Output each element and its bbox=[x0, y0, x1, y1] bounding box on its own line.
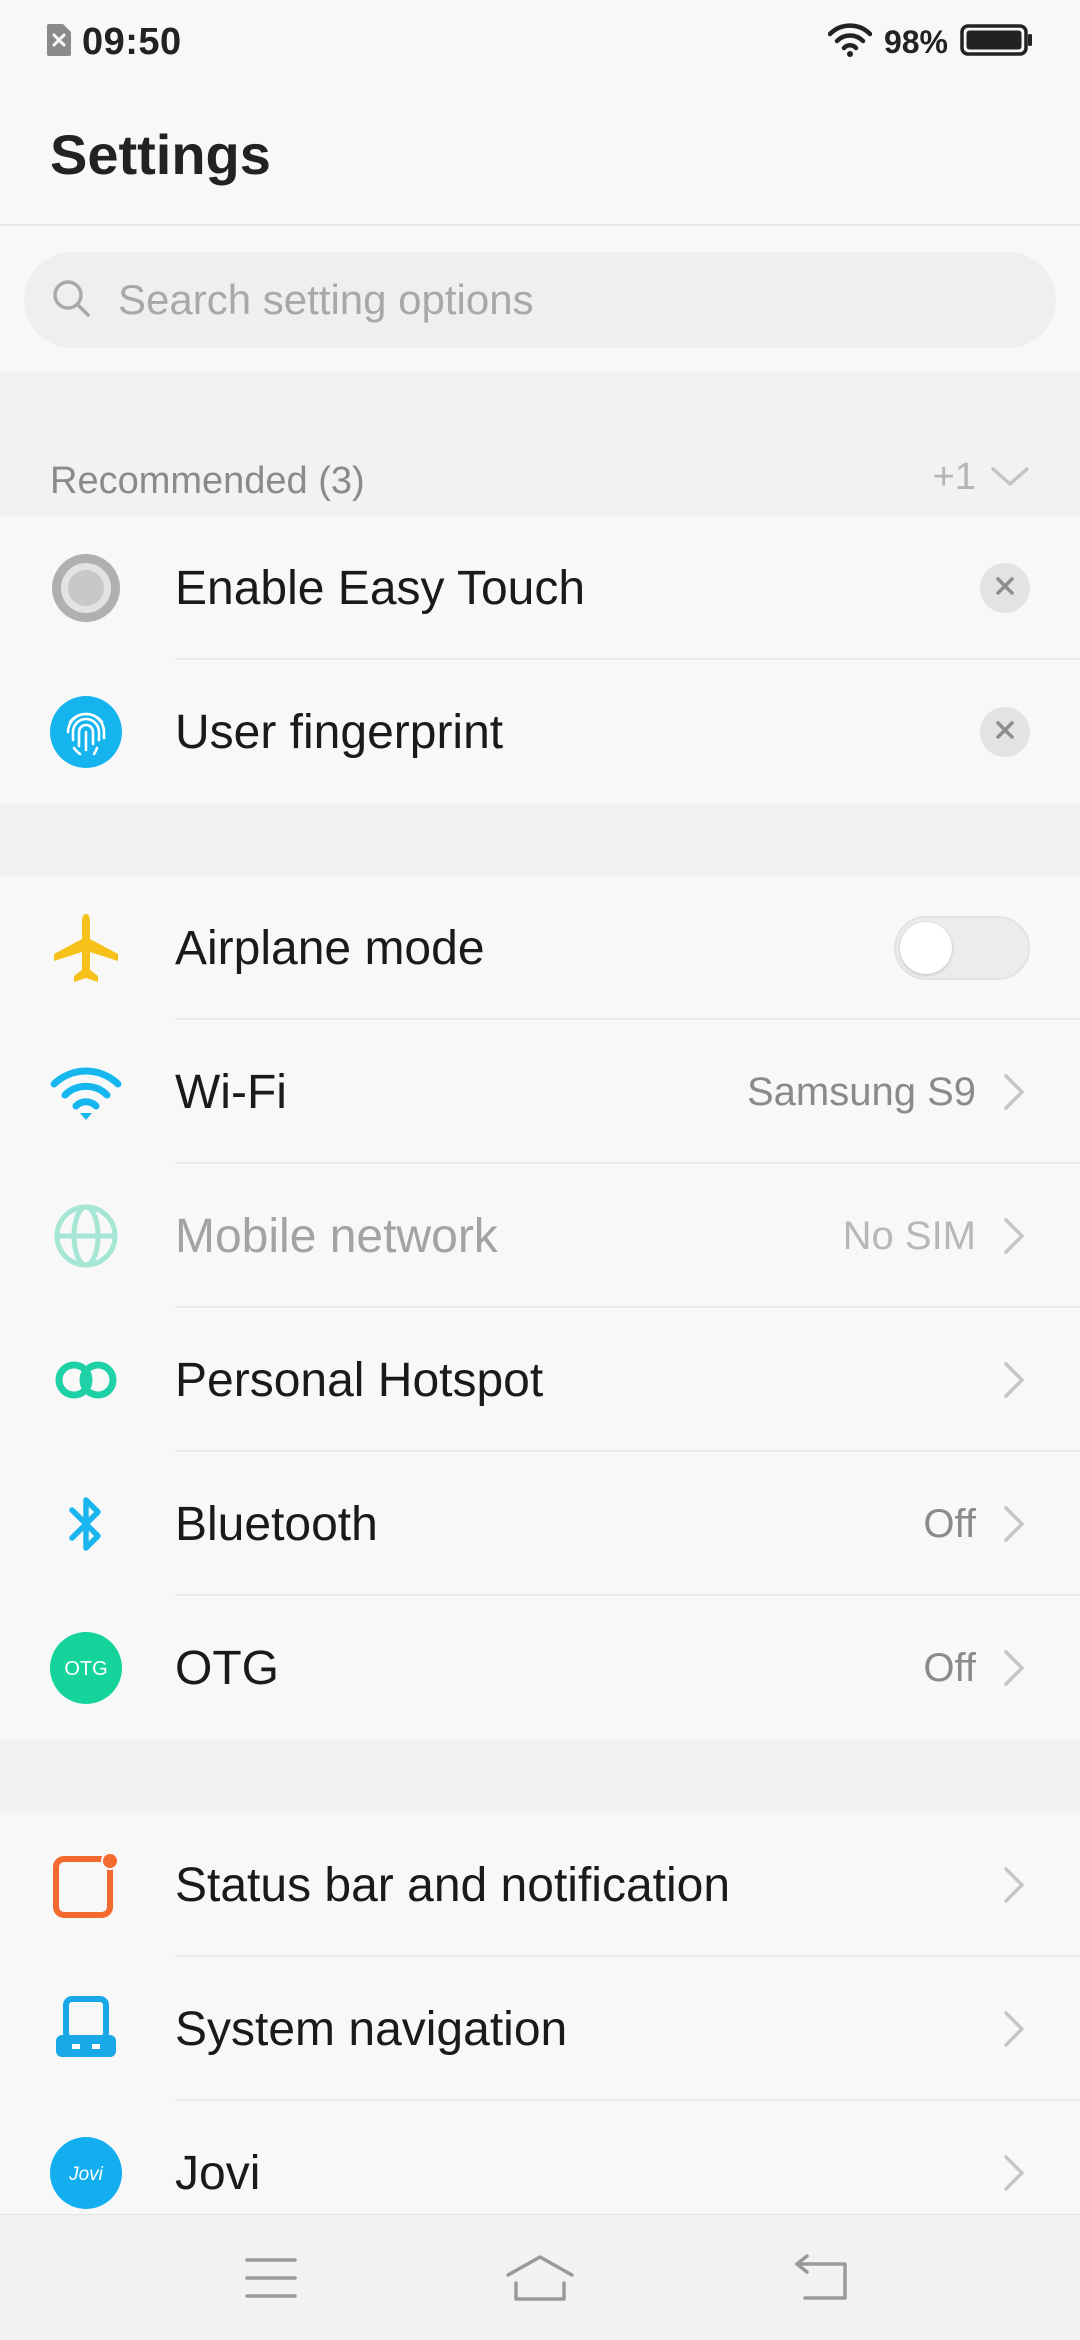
connectivity-group: Airplane mode Wi-Fi Samsung S9 Mobile ne… bbox=[0, 876, 1080, 1740]
recommended-title: Recommended (3) bbox=[50, 460, 365, 502]
hotspot-icon bbox=[50, 1344, 122, 1416]
recommended-item-easy-touch[interactable]: Enable Easy Touch bbox=[0, 516, 1080, 660]
recommended-header: Recommended (3) +1 bbox=[0, 372, 1080, 516]
easy-touch-icon bbox=[50, 552, 122, 624]
status-bar-notification-label: Status bar and notification bbox=[175, 1858, 731, 1912]
search-area bbox=[0, 226, 1080, 372]
search-icon bbox=[50, 277, 92, 324]
search-input[interactable] bbox=[116, 275, 1000, 325]
chevron-right-icon bbox=[1004, 1506, 1024, 1542]
globe-icon bbox=[50, 1200, 122, 1272]
wifi-icon bbox=[50, 1056, 122, 1128]
bluetooth-icon bbox=[50, 1488, 122, 1560]
wifi-row[interactable]: Wi-Fi Samsung S9 bbox=[0, 1020, 1080, 1164]
otg-label: OTG bbox=[175, 1641, 279, 1695]
status-bar-icon bbox=[50, 1849, 122, 1921]
battery-icon bbox=[960, 23, 1034, 62]
close-icon bbox=[993, 718, 1017, 747]
system-group: Status bar and notification System navig… bbox=[0, 1813, 1080, 2245]
battery-percent: 98% bbox=[883, 23, 948, 60]
wifi-value: Samsung S9 bbox=[746, 1069, 976, 1114]
otg-row[interactable]: OTG OTG Off bbox=[0, 1596, 1080, 1740]
bluetooth-row[interactable]: Bluetooth Off bbox=[0, 1452, 1080, 1596]
status-right: 98% bbox=[827, 22, 1034, 62]
jovi-icon-text: Jovi bbox=[68, 2164, 104, 2185]
chevron-right-icon bbox=[1004, 2011, 1024, 2047]
system-navigation-label: System navigation bbox=[175, 2002, 568, 2056]
dismiss-fingerprint-button[interactable] bbox=[980, 707, 1030, 757]
settings-screen: 09:50 98% Settings Search setting option… bbox=[0, 0, 1080, 2340]
chevron-right-icon bbox=[1004, 1867, 1024, 1903]
chevron-right-icon bbox=[1004, 1362, 1024, 1398]
status-time: 09:50 bbox=[82, 20, 182, 63]
chevron-right-icon bbox=[1004, 1218, 1024, 1254]
otg-icon-text: OTG bbox=[64, 1658, 107, 1680]
chevron-right-icon bbox=[1004, 2155, 1024, 2191]
home-button[interactable] bbox=[505, 2245, 575, 2315]
mobile-network-label: Mobile network bbox=[175, 1209, 498, 1263]
wifi-icon bbox=[827, 22, 873, 62]
chevron-right-icon bbox=[1004, 1074, 1024, 1110]
menu-button[interactable] bbox=[236, 2245, 306, 2315]
navigation-bar bbox=[0, 2214, 1080, 2340]
mobile-network-row[interactable]: Mobile network No SIM bbox=[0, 1164, 1080, 1308]
back-button[interactable] bbox=[788, 2245, 858, 2315]
recommended-expand-button[interactable]: +1 bbox=[933, 456, 1030, 499]
otg-icon: OTG bbox=[50, 1632, 122, 1704]
fingerprint-label: User fingerprint bbox=[175, 705, 504, 759]
personal-hotspot-row[interactable]: Personal Hotspot bbox=[0, 1308, 1080, 1452]
status-bar-notification-row[interactable]: Status bar and notification bbox=[0, 1813, 1080, 1957]
airplane-mode-label: Airplane mode bbox=[175, 921, 485, 975]
otg-value: Off bbox=[923, 1645, 976, 1690]
status-left: 09:50 bbox=[46, 21, 182, 64]
airplane-mode-row[interactable]: Airplane mode bbox=[0, 876, 1080, 1020]
status-bar: 09:50 98% bbox=[0, 0, 1080, 84]
jovi-icon: Jovi bbox=[50, 2137, 122, 2209]
airplane-icon bbox=[50, 912, 122, 984]
jovi-label: Jovi bbox=[175, 2146, 261, 2200]
recommended-item-fingerprint[interactable]: User fingerprint bbox=[0, 660, 1080, 804]
toggle-knob bbox=[900, 922, 952, 974]
no-sim-icon bbox=[46, 23, 72, 62]
home-icon bbox=[504, 2253, 576, 2308]
search-box[interactable] bbox=[24, 252, 1056, 348]
chevron-down-icon bbox=[990, 456, 1030, 499]
personal-hotspot-label: Personal Hotspot bbox=[175, 1353, 544, 1407]
fingerprint-icon bbox=[50, 696, 122, 768]
menu-icon bbox=[245, 2256, 297, 2305]
recommended-group: Enable Easy Touch User fingerprint bbox=[0, 516, 1080, 804]
page-title: Settings bbox=[50, 123, 271, 186]
wifi-label: Wi-Fi bbox=[175, 1065, 287, 1119]
back-icon bbox=[793, 2253, 853, 2307]
bluetooth-value: Off bbox=[923, 1501, 976, 1546]
header: Settings bbox=[0, 84, 1080, 226]
dismiss-easy-touch-button[interactable] bbox=[980, 563, 1030, 613]
system-navigation-icon bbox=[50, 1993, 122, 2065]
chevron-right-icon bbox=[1004, 1650, 1024, 1686]
recommended-more-count: +1 bbox=[932, 456, 976, 498]
easy-touch-label: Enable Easy Touch bbox=[175, 561, 586, 615]
bluetooth-label: Bluetooth bbox=[175, 1497, 378, 1551]
close-icon bbox=[993, 574, 1017, 603]
airplane-mode-toggle[interactable] bbox=[894, 916, 1030, 980]
system-navigation-row[interactable]: System navigation bbox=[0, 1957, 1080, 2101]
mobile-network-value: No SIM bbox=[842, 1213, 976, 1258]
